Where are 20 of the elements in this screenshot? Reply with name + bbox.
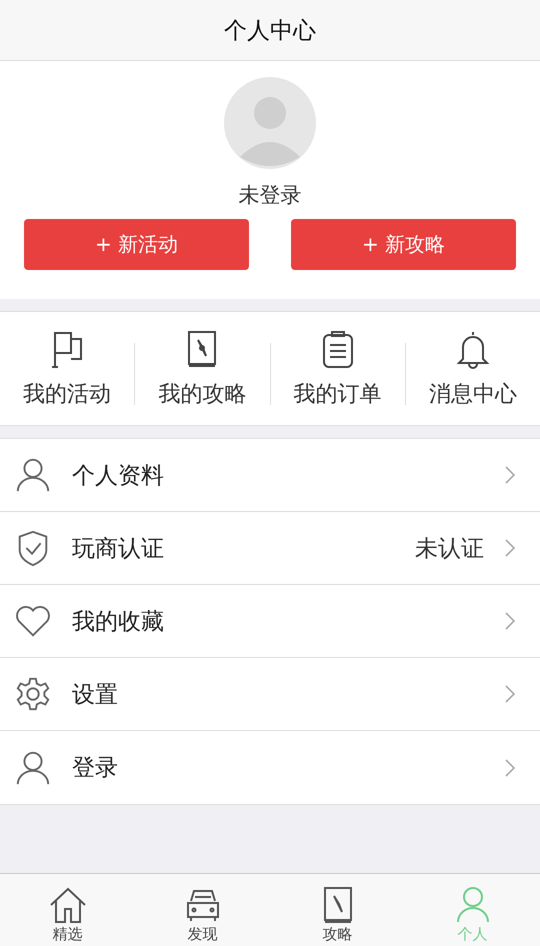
create-button[interactable]: + 新活动 xyxy=(24,219,249,270)
chevron-right-icon xyxy=(504,538,516,558)
login-status: 未登录 xyxy=(238,182,302,209)
shortcut-item[interactable]: 消息中心 xyxy=(406,328,540,408)
shortcut-item[interactable]: 我的攻略 xyxy=(135,328,270,408)
page-title: 个人中心 xyxy=(224,16,316,46)
chevron-right-icon xyxy=(504,758,516,778)
create-button[interactable]: + 新攻略 xyxy=(291,219,516,270)
chevron-right-icon xyxy=(504,611,516,631)
person-icon xyxy=(14,456,52,494)
shortcut-item[interactable]: 我的活动 xyxy=(0,328,134,408)
gear-icon xyxy=(14,675,52,713)
chevron-right-icon xyxy=(504,684,516,704)
avatar-icon[interactable] xyxy=(224,77,316,169)
tab[interactable]: 精选 xyxy=(0,874,135,946)
shortcut-item[interactable]: 我的订单 xyxy=(270,328,405,408)
home-icon xyxy=(48,885,88,925)
tab[interactable]: 发现 xyxy=(135,874,270,946)
tab[interactable]: 攻略 xyxy=(270,874,405,946)
chevron-right-icon xyxy=(504,465,516,485)
